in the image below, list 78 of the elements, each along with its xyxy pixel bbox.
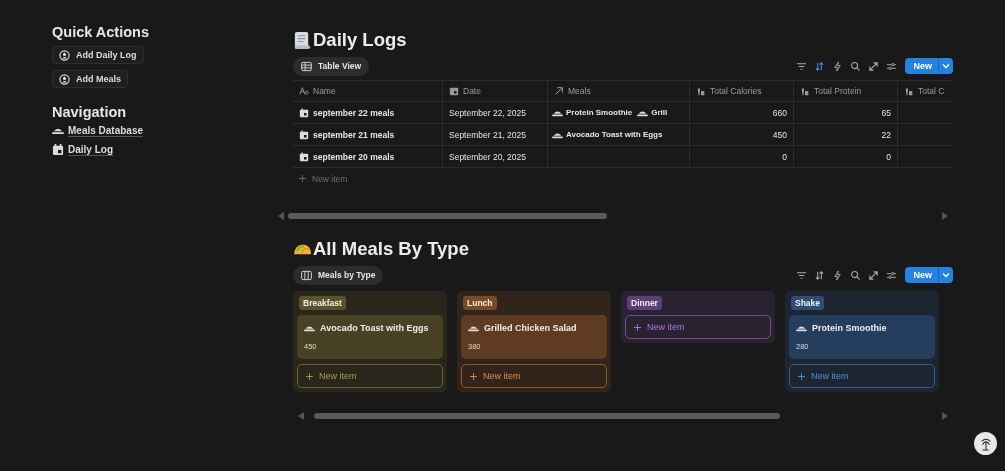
group-tag: Shake [791,296,825,310]
table-cell: 65 [794,102,898,123]
dish-icon [552,108,563,117]
plus-icon [798,372,805,380]
new-item-button[interactable]: New item [293,168,953,189]
card-title: Avocado Toast with Eggs [320,323,429,333]
meal-link[interactable]: Protein Smoothie [552,108,633,117]
calendar-icon [299,129,309,140]
column-header[interactable]: Name [293,81,443,101]
new-item-button[interactable]: New item [789,364,935,388]
database-title: Daily Logs [313,29,407,51]
table-cell: September 22, 2025 [443,102,548,123]
help-button[interactable] [974,432,997,455]
expand-icon[interactable] [867,268,881,282]
action-button[interactable]: Add Meals [52,70,128,88]
text-type-icon [299,86,309,96]
new-item-button[interactable]: New item [297,364,443,388]
dish-icon [552,130,563,139]
calendar-icon [449,86,459,96]
table-cell: September 20, 2025 [443,146,548,167]
view-tab[interactable]: Meals by Type [293,265,384,285]
plus-icon [306,372,313,380]
arrow-icon [554,86,564,96]
rollup-icon [800,86,810,96]
table-cell[interactable]: september 21 meals [293,124,443,145]
search-icon[interactable] [849,59,863,73]
group-tag: Dinner [627,296,662,310]
table-cell: 450 [690,124,794,145]
section-heading: Quick Actions [52,24,149,40]
new-item-button[interactable]: New item [461,364,607,388]
calendar-icon [299,151,309,162]
group-tag: Lunch [463,296,497,310]
rollup-icon [904,86,914,96]
table-cell: September 21, 2025 [443,124,548,145]
dish-icon [304,324,315,332]
rollup-icon [696,86,706,96]
nav-link[interactable]: Meals Database [52,124,144,137]
search-icon[interactable] [849,268,863,282]
group-tag: Breakfast [299,296,346,310]
new-button[interactable]: New [905,267,939,283]
plus-icon [299,175,306,182]
plus-icon [634,323,641,331]
person-icon [59,49,70,61]
action-button[interactable]: Add Daily Log [52,46,144,64]
column-header[interactable]: Meals [548,81,690,101]
calendar-icon [299,107,309,118]
table-cell[interactable]: september 22 meals [293,102,443,123]
plus-icon [470,372,477,380]
dish-icon [796,324,807,332]
meal-link[interactable]: Avocado Toast with Eggs [552,130,663,139]
new-item-button[interactable]: New item [625,315,771,339]
section-heading: Navigation [52,104,127,120]
dish-icon [637,108,649,117]
table-icon [301,60,312,72]
table-cell: 0 [794,146,898,167]
scrollbar-thumb[interactable] [288,213,607,219]
column-header[interactable]: Total Protein [794,81,898,101]
nav-link[interactable]: Daily Log [52,143,113,156]
table-cell: 22 [794,124,898,145]
person-icon [59,73,70,85]
database-title: All Meals By Type [313,238,469,260]
scrollbar-thumb[interactable] [314,413,781,419]
table-cell[interactable]: september 20 meals [293,146,443,167]
calendar-icon [52,144,64,155]
view-tab[interactable]: Table View [293,56,370,76]
board-icon [301,269,312,281]
card-title: Grilled Chicken Salad [484,323,577,333]
expand-icon[interactable] [867,59,881,73]
scroll-icon [293,30,312,50]
column-header[interactable]: Date [443,81,548,101]
table-cell: 660 [690,102,794,123]
dish-icon [468,324,479,332]
table-cell: 0 [690,146,794,167]
meal-link[interactable]: Grill [637,108,668,117]
new-button[interactable]: New [905,58,939,74]
column-header[interactable]: Total C [898,81,953,101]
card-title: Protein Smoothie [812,323,887,333]
column-header[interactable]: Total Calories [690,81,794,101]
